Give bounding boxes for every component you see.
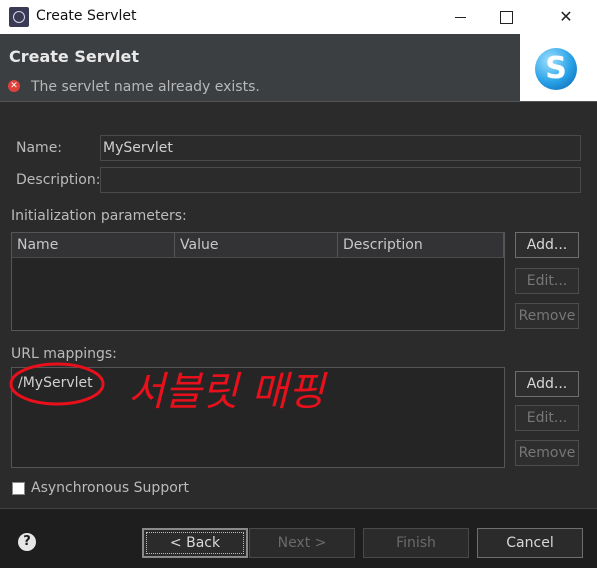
- column-name[interactable]: Name: [12, 233, 175, 257]
- error-icon: ✕: [8, 80, 20, 92]
- next-button[interactable]: Next >: [249, 528, 355, 558]
- finish-button[interactable]: Finish: [363, 528, 469, 558]
- init-params-table-header: Name Value Description: [12, 233, 504, 258]
- page-title: Create Servlet: [9, 47, 140, 66]
- name-field[interactable]: MyServlet: [100, 135, 581, 161]
- async-support-checkbox[interactable]: [12, 482, 25, 495]
- init-params-remove-button[interactable]: Remove: [515, 303, 579, 329]
- init-params-add-button[interactable]: Add...: [515, 232, 579, 258]
- minimize-button[interactable]: [437, 0, 483, 34]
- description-field[interactable]: [100, 167, 581, 193]
- close-button[interactable]: ✕: [543, 0, 589, 34]
- init-params-table[interactable]: Name Value Description: [11, 232, 505, 331]
- url-mappings-remove-button[interactable]: Remove: [515, 440, 579, 466]
- url-mappings-list[interactable]: /MyServlet: [11, 367, 505, 468]
- maximize-button[interactable]: [483, 0, 529, 34]
- init-params-label: Initialization parameters:: [11, 208, 187, 224]
- name-label: Name:: [16, 140, 63, 156]
- list-item[interactable]: /MyServlet: [18, 375, 93, 391]
- url-mappings-label: URL mappings:: [11, 346, 117, 362]
- eclipse-app-icon: [9, 7, 29, 27]
- wizard-content: Name: MyServlet Description: Initializat…: [0, 102, 597, 508]
- wizard-banner: S: [520, 34, 597, 101]
- url-mappings-edit-button[interactable]: Edit...: [515, 405, 579, 431]
- init-params-edit-button[interactable]: Edit...: [515, 268, 579, 294]
- servlet-logo-icon: S: [535, 48, 577, 90]
- title-bar: Create Servlet ✕: [0, 0, 597, 34]
- error-message: The servlet name already exists.: [31, 79, 260, 95]
- help-icon[interactable]: ?: [18, 533, 36, 551]
- cancel-button[interactable]: Cancel: [477, 528, 583, 558]
- close-icon: ✕: [559, 7, 573, 26]
- async-support-label[interactable]: Asynchronous Support: [31, 480, 189, 496]
- maximize-icon: [499, 11, 513, 24]
- wizard-header: Create Servlet ✕ The servlet name alread…: [0, 34, 597, 101]
- url-mappings-add-button[interactable]: Add...: [515, 371, 579, 397]
- window-title: Create Servlet: [36, 8, 137, 24]
- description-label: Description:: [16, 172, 101, 188]
- column-value[interactable]: Value: [175, 233, 338, 257]
- minimize-icon: [454, 17, 466, 18]
- wizard-footer: ? < Back Next > Finish Cancel: [0, 509, 597, 568]
- back-button[interactable]: < Back: [142, 528, 248, 558]
- column-description[interactable]: Description: [338, 233, 504, 257]
